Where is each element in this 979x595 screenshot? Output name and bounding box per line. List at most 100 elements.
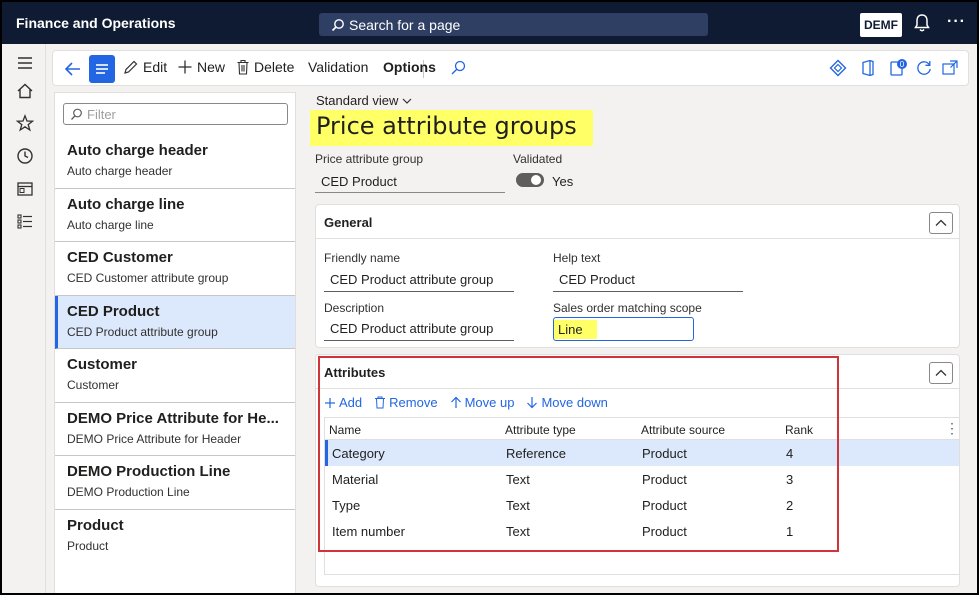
list-item-subtitle: CED Product attribute group [67, 324, 218, 339]
hamburger-menu-icon[interactable] [16, 54, 34, 72]
list-item[interactable]: Customer Customer [55, 349, 295, 403]
attributes-section: Attributes Add Remove Move up Move down … [315, 354, 960, 587]
description-label: Description [324, 301, 385, 315]
friendly-name-label: Friendly name [324, 251, 401, 265]
new-button[interactable]: New [177, 59, 225, 75]
table-row[interactable]: Item number Text Product 1 [325, 518, 959, 544]
more-options-button[interactable]: ··· [947, 13, 966, 31]
list-item[interactable]: Product Product [55, 509, 295, 563]
company-picker[interactable]: DEMF [860, 13, 902, 37]
validation-label: Validation [308, 59, 369, 75]
list-item-title: Auto charge line [67, 195, 185, 213]
sales-order-matching-scope-field[interactable]: Line [553, 317, 694, 341]
list-item[interactable]: DEMO Production Line DEMO Production Line [55, 456, 295, 510]
list-lines-icon [96, 64, 108, 74]
table-row[interactable]: Type Text Product 2 [325, 492, 959, 518]
options-button[interactable]: Options [383, 59, 436, 75]
page-title: Price attribute groups [310, 110, 593, 146]
bell-icon[interactable] [912, 12, 932, 34]
arrow-up-icon [450, 396, 461, 408]
workspaces-icon[interactable] [16, 180, 34, 198]
navigation-rail [2, 44, 46, 593]
help-text-field[interactable]: CED Product [553, 272, 743, 292]
collapse-attributes-button[interactable] [929, 362, 953, 384]
app-title[interactable]: Finance and Operations [16, 15, 175, 31]
list-item[interactable]: Auto charge line Auto charge line [55, 188, 295, 242]
page-search-box[interactable]: Search for a page [319, 13, 708, 36]
column-header-name[interactable]: Name [329, 423, 361, 437]
filter-placeholder: Filter [87, 106, 116, 122]
notification-badge-icon[interactable]: 0 [889, 59, 909, 77]
view-selector[interactable]: Standard view [316, 93, 412, 108]
list-item-title: Customer [67, 356, 138, 373]
options-label: Options [383, 59, 436, 75]
friendly-name-field[interactable]: CED Product attribute group [324, 272, 514, 292]
validated-toggle[interactable] [516, 173, 544, 187]
section-divider [316, 238, 959, 239]
cell-name: Type [332, 498, 361, 513]
modules-list-icon[interactable] [16, 212, 34, 230]
refresh-icon[interactable] [915, 59, 933, 77]
new-label: New [197, 59, 226, 75]
sales-order-matching-scope-value: Line [554, 320, 597, 339]
remove-button[interactable]: Remove [374, 395, 438, 410]
help-text-label: Help text [553, 251, 601, 265]
cell-name: Material [332, 472, 379, 487]
details-pane: Standard view Price attribute groups Pri… [302, 86, 972, 593]
home-icon[interactable] [16, 82, 34, 100]
list-item[interactable]: DEMO Price Attribute for He... DEMO Price… [55, 402, 295, 456]
search-placeholder: Search for a page [349, 16, 461, 33]
list-item-subtitle: Auto charge line [67, 217, 154, 232]
column-header-attribute-type[interactable]: Attribute type [505, 423, 576, 437]
chevron-up-icon [935, 369, 947, 376]
cell-attribute-type: Text [506, 524, 530, 539]
validation-button[interactable]: Validation [308, 59, 368, 75]
toggle-knob [531, 175, 541, 185]
list-item[interactable]: CED Customer CED Customer attribute group [55, 242, 295, 296]
table-row-selected[interactable]: Category Reference Product 4 [325, 440, 959, 466]
list-view-button[interactable] [89, 55, 115, 83]
delete-button[interactable]: Delete [236, 59, 294, 75]
list-item-title: Auto charge header [67, 142, 208, 159]
list-item[interactable]: Auto charge header Auto charge header [55, 135, 295, 189]
column-header-attribute-source[interactable]: Attribute source [641, 423, 725, 437]
edit-button[interactable]: Edit [123, 59, 167, 75]
collapse-general-button[interactable] [929, 212, 953, 234]
office-icon[interactable] [859, 59, 877, 77]
validated-label: Validated [513, 152, 563, 166]
action-pane: Edit New Delete Validation Options 0 [52, 50, 969, 86]
list-item-selected[interactable]: CED Product CED Product attribute group [55, 295, 295, 349]
chevron-up-icon [935, 219, 947, 226]
grid-options-icon[interactable]: ⋮ [945, 420, 959, 437]
cell-attribute-type: Reference [506, 446, 566, 461]
chevron-down-icon [402, 98, 412, 104]
cell-rank: 3 [786, 472, 794, 487]
move-down-button[interactable]: Move down [526, 395, 608, 410]
diamond-icon[interactable] [829, 59, 847, 77]
cell-rank: 4 [786, 446, 794, 461]
description-field[interactable]: CED Product attribute group [324, 321, 514, 341]
cell-name: Item number [332, 524, 405, 539]
attributes-toolbar: Add Remove Move up Move down [324, 395, 608, 410]
column-header-rank[interactable]: Rank [785, 423, 813, 437]
grid-header-row: Name Attribute type Attribute source Ran… [325, 418, 959, 440]
back-arrow-icon[interactable] [63, 59, 83, 79]
move-up-button[interactable]: Move up [450, 395, 514, 410]
general-section-title[interactable]: General [324, 215, 372, 230]
star-icon[interactable] [16, 114, 34, 132]
search-icon[interactable] [449, 59, 467, 77]
cell-name: Category [332, 446, 385, 461]
add-button[interactable]: Add [324, 395, 362, 410]
view-selector-label: Standard view [316, 93, 399, 108]
price-attribute-group-label: Price attribute group [315, 152, 424, 166]
price-attribute-group-field[interactable]: CED Product [315, 174, 505, 193]
cell-attribute-type: Text [506, 498, 530, 513]
clock-icon[interactable] [16, 147, 34, 165]
cell-attribute-source: Product [642, 446, 687, 461]
filter-input[interactable]: Filter [63, 103, 288, 125]
table-row[interactable]: Material Text Product 3 [325, 466, 959, 492]
attributes-section-title[interactable]: Attributes [324, 365, 385, 380]
cell-rank: 1 [786, 524, 794, 539]
open-in-new-window-icon[interactable] [941, 59, 959, 77]
arrow-down-icon [527, 397, 538, 409]
